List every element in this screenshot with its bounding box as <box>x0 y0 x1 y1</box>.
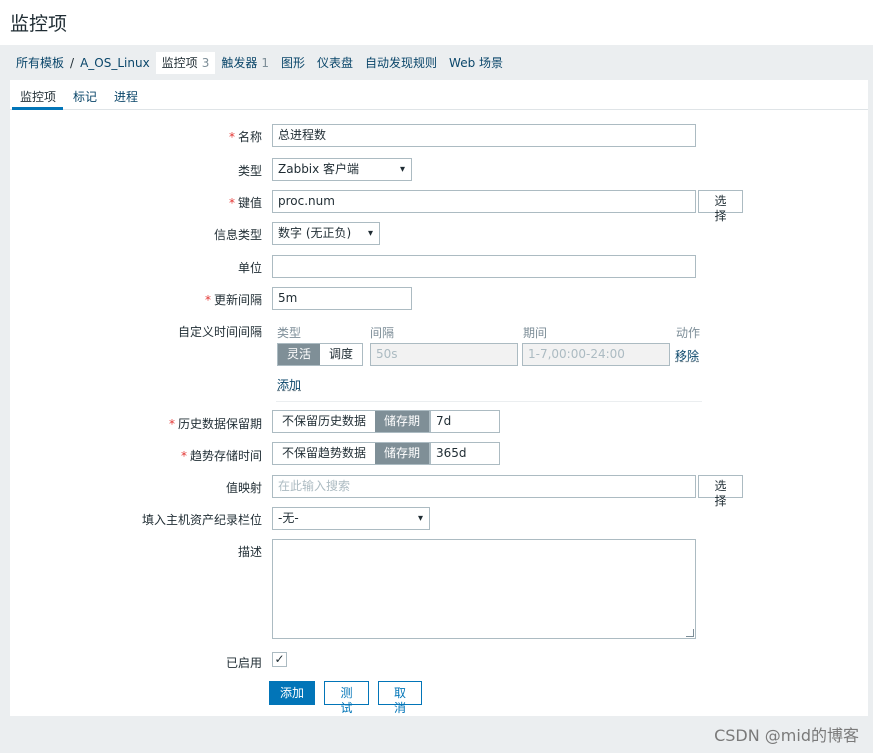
name-label-text: 名称 <box>237 130 262 144</box>
history-label-text: 历史数据保留期 <box>177 417 262 431</box>
name-input[interactable]: 总进程数 <box>272 124 696 147</box>
csdn-watermark: CSDN @mid的博客 <box>714 726 859 745</box>
update-interval-label: * 更新间隔 <box>205 291 262 308</box>
breadcrumb: 所有模板 / A_OS_Linux 监控项 3 触发器 1 图形 仪表盘 自动发现规… <box>10 52 509 74</box>
history-mode-toggle[interactable]: 不保留历史数据 储存期 <box>272 410 431 433</box>
cancel-button[interactable]: 取消 <box>378 681 422 715</box>
tab-item[interactable]: 监控项 <box>20 88 56 105</box>
description-textarea[interactable] <box>272 539 696 639</box>
key-select-button[interactable]: 选择 <box>698 190 743 223</box>
interval-delay-input[interactable]: 50s <box>370 343 518 366</box>
add-button[interactable]: 添加 <box>269 681 315 705</box>
interval-type-toggle[interactable]: 灵活 调度 <box>277 343 364 366</box>
valuemap-label: 值映射 <box>225 481 262 495</box>
interval-add-link[interactable]: 添加 <box>277 376 301 393</box>
custom-intervals-label: 自定义时间间隔 <box>177 325 262 339</box>
trends-label-text: 趋势存储时间 <box>189 449 262 463</box>
breadcrumb-triggers-count: 1 <box>261 56 269 70</box>
breadcrumb-triggers[interactable]: 触发器 1 <box>215 52 275 74</box>
chevron-down-icon: ▾ <box>417 513 423 524</box>
interval-type-flexible[interactable]: 灵活 <box>278 344 321 365</box>
required-marker: * <box>228 130 235 144</box>
inventory-select[interactable]: -无- ▾ <box>272 507 430 530</box>
breadcrumb-web[interactable]: Web 场景 <box>443 52 509 74</box>
history-input[interactable]: 7d <box>430 410 500 433</box>
chevron-down-icon: ▾ <box>399 164 405 175</box>
breadcrumb-items-count: 3 <box>201 56 210 70</box>
units-input[interactable] <box>272 255 696 278</box>
page-title: 监控项 <box>10 13 68 35</box>
info-type-label: 信息类型 <box>213 228 262 242</box>
type-label: 类型 <box>237 164 262 178</box>
required-marker: * <box>168 417 175 431</box>
interval-col-period: 期间 <box>523 326 548 340</box>
required-marker: * <box>180 449 187 463</box>
page-header: 监控项 <box>0 0 873 45</box>
trends-label: * 趋势存储时间 <box>181 447 262 464</box>
trends-storage-option[interactable]: 储存期 <box>375 443 430 464</box>
interval-remove-link[interactable]: 移除 <box>675 347 699 364</box>
type-select[interactable]: Zabbix 客户端 ▾ <box>272 158 412 181</box>
update-interval-label-text: 更新间隔 <box>213 293 262 307</box>
history-label: * 历史数据保留期 <box>169 415 262 432</box>
required-marker: * <box>228 196 235 210</box>
trends-no-keep-option[interactable]: 不保留趋势数据 <box>273 443 375 464</box>
history-storage-option[interactable]: 储存期 <box>375 411 430 432</box>
name-label: * 名称 <box>229 128 262 145</box>
description-label: 描述 <box>237 545 262 559</box>
breadcrumb-dashboards[interactable]: 仪表盘 <box>311 52 359 74</box>
tab-tags[interactable]: 标记 <box>73 88 97 105</box>
info-type-select-value: 数字 (无正负) <box>278 226 352 240</box>
key-label-text: 键值 <box>237 196 262 210</box>
breadcrumb-triggers-label: 触发器 <box>221 56 258 70</box>
breadcrumb-discovery[interactable]: 自动发现规则 <box>359 52 443 74</box>
breadcrumb-template[interactable]: A_OS_Linux <box>74 52 156 74</box>
update-interval-input[interactable]: 5m <box>272 287 412 310</box>
trends-input[interactable]: 365d <box>430 442 500 465</box>
form-tabs: 监控项 标记 进程 <box>10 80 868 110</box>
breadcrumb-items[interactable]: 监控项 3 <box>155 52 216 74</box>
enabled-checkbox[interactable]: ✓ <box>272 652 287 667</box>
key-input[interactable]: proc.num <box>272 190 696 213</box>
interval-type-scheduling[interactable]: 调度 <box>320 344 362 365</box>
test-button[interactable]: 测试 <box>324 681 369 715</box>
required-marker: * <box>204 293 211 307</box>
tab-process[interactable]: 进程 <box>114 88 138 105</box>
type-select-value: Zabbix 客户端 <box>278 162 360 176</box>
active-tab-indicator <box>12 107 63 110</box>
history-no-keep-option[interactable]: 不保留历史数据 <box>273 411 375 432</box>
interval-period-input[interactable]: 1-7,00:00-24:00 <box>522 343 670 366</box>
breadcrumb-all-templates[interactable]: 所有模板 <box>10 52 70 74</box>
valuemap-select-button[interactable]: 选择 <box>698 475 743 508</box>
valuemap-search-input[interactable]: 在此输入搜索 <box>272 475 696 498</box>
trends-mode-toggle[interactable]: 不保留趋势数据 储存期 <box>272 442 431 465</box>
interval-col-action: 动作 <box>676 326 701 340</box>
enabled-label: 已启用 <box>225 656 262 670</box>
inventory-select-value: -无- <box>278 511 299 525</box>
interval-col-interval: 间隔 <box>370 326 395 340</box>
key-label: * 键值 <box>229 194 262 211</box>
info-type-select[interactable]: 数字 (无正负) ▾ <box>272 222 380 245</box>
resize-handle-icon[interactable] <box>686 629 694 637</box>
interval-col-type: 类型 <box>277 326 302 340</box>
units-label: 单位 <box>237 261 262 275</box>
breadcrumb-items-label: 监控项 <box>161 56 198 70</box>
inventory-label: 填入主机资产纪录栏位 <box>141 513 262 527</box>
item-form-panel: 监控项 标记 进程 * 名称 总进程数 类型 Zabbix 客户端 ▾ * 键值 pr… <box>10 80 868 716</box>
chevron-down-icon: ▾ <box>367 228 373 239</box>
breadcrumb-graphs[interactable]: 图形 <box>275 52 311 74</box>
